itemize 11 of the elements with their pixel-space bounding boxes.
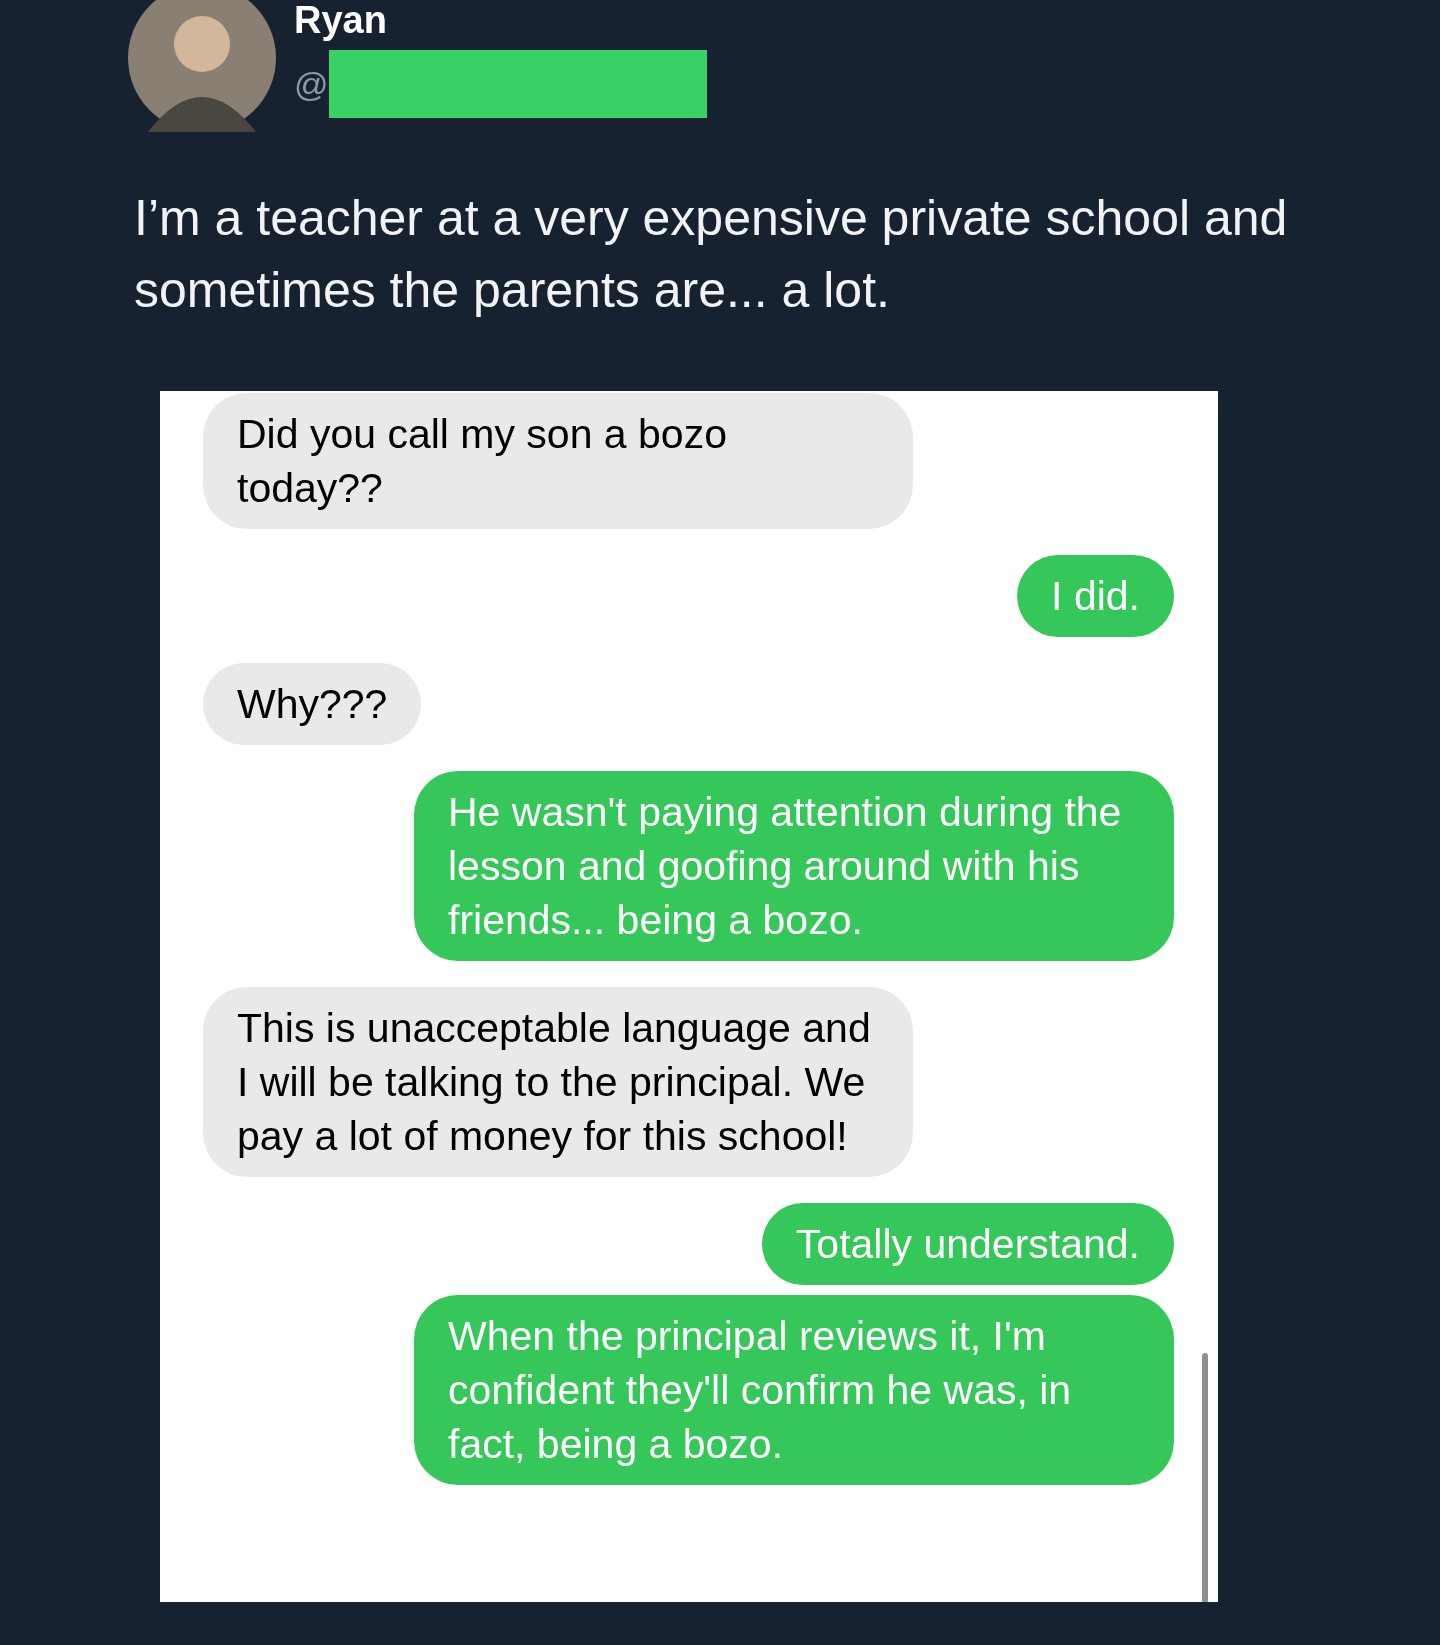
author-name: Ryan	[294, 0, 388, 42]
author-handle: @	[294, 63, 329, 105]
sent-message-bubble: Totally understand.	[761, 1203, 1174, 1285]
received-message-bubble: This is unacceptable language and I will be talking to the principal. We pay a lot of money for this school!	[203, 987, 913, 1177]
received-message-bubble: Did you call my son a bozo today??	[203, 393, 913, 529]
sent-message-bubble: He wasn't paying attention during the lesson and goofing around with his friends... being a bozo.	[414, 771, 1174, 961]
received-message-bubble: Why???	[203, 663, 422, 745]
sent-message-bubble: I did.	[1017, 555, 1174, 637]
tweet-text: I’m a teacher at a very expensive private school and sometimes the parents are... a lot.	[134, 189, 1289, 320]
sent-message-bubble: When the principal reviews it, I'm confident they'll confirm he was, in fact, being a bozo.	[414, 1295, 1174, 1485]
avatar-icon[interactable]	[128, 0, 276, 132]
